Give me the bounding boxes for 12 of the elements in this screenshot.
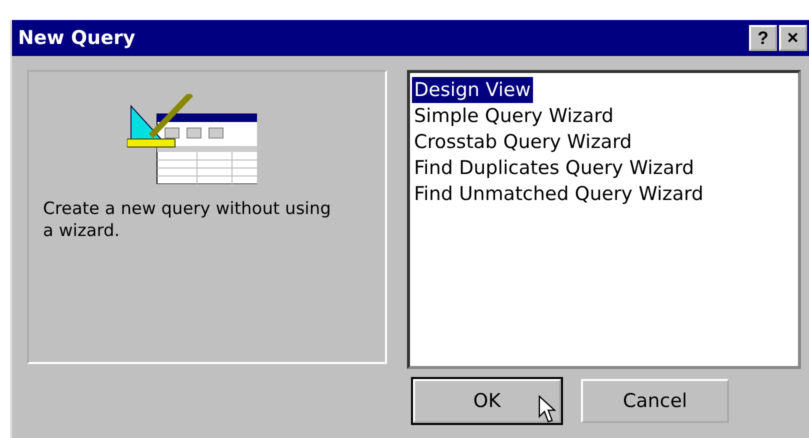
list-item[interactable]: Crosstab Query Wizard xyxy=(412,129,634,155)
window-title: New Query xyxy=(18,27,136,49)
list-item[interactable]: Find Duplicates Query Wizard xyxy=(412,155,696,181)
cancel-button[interactable]: Cancel xyxy=(581,379,729,423)
list-item[interactable]: Design View xyxy=(412,77,533,103)
help-button[interactable]: ? xyxy=(749,25,777,51)
ok-button[interactable]: OK xyxy=(413,379,561,423)
close-button[interactable]: ✕ xyxy=(779,25,807,51)
mouse-pointer-icon xyxy=(538,395,556,423)
list-item[interactable]: Find Unmatched Query Wizard xyxy=(412,181,706,207)
list-item[interactable]: Simple Query Wizard xyxy=(412,103,616,129)
description-text: Create a new query without using a wizard. xyxy=(43,198,332,242)
